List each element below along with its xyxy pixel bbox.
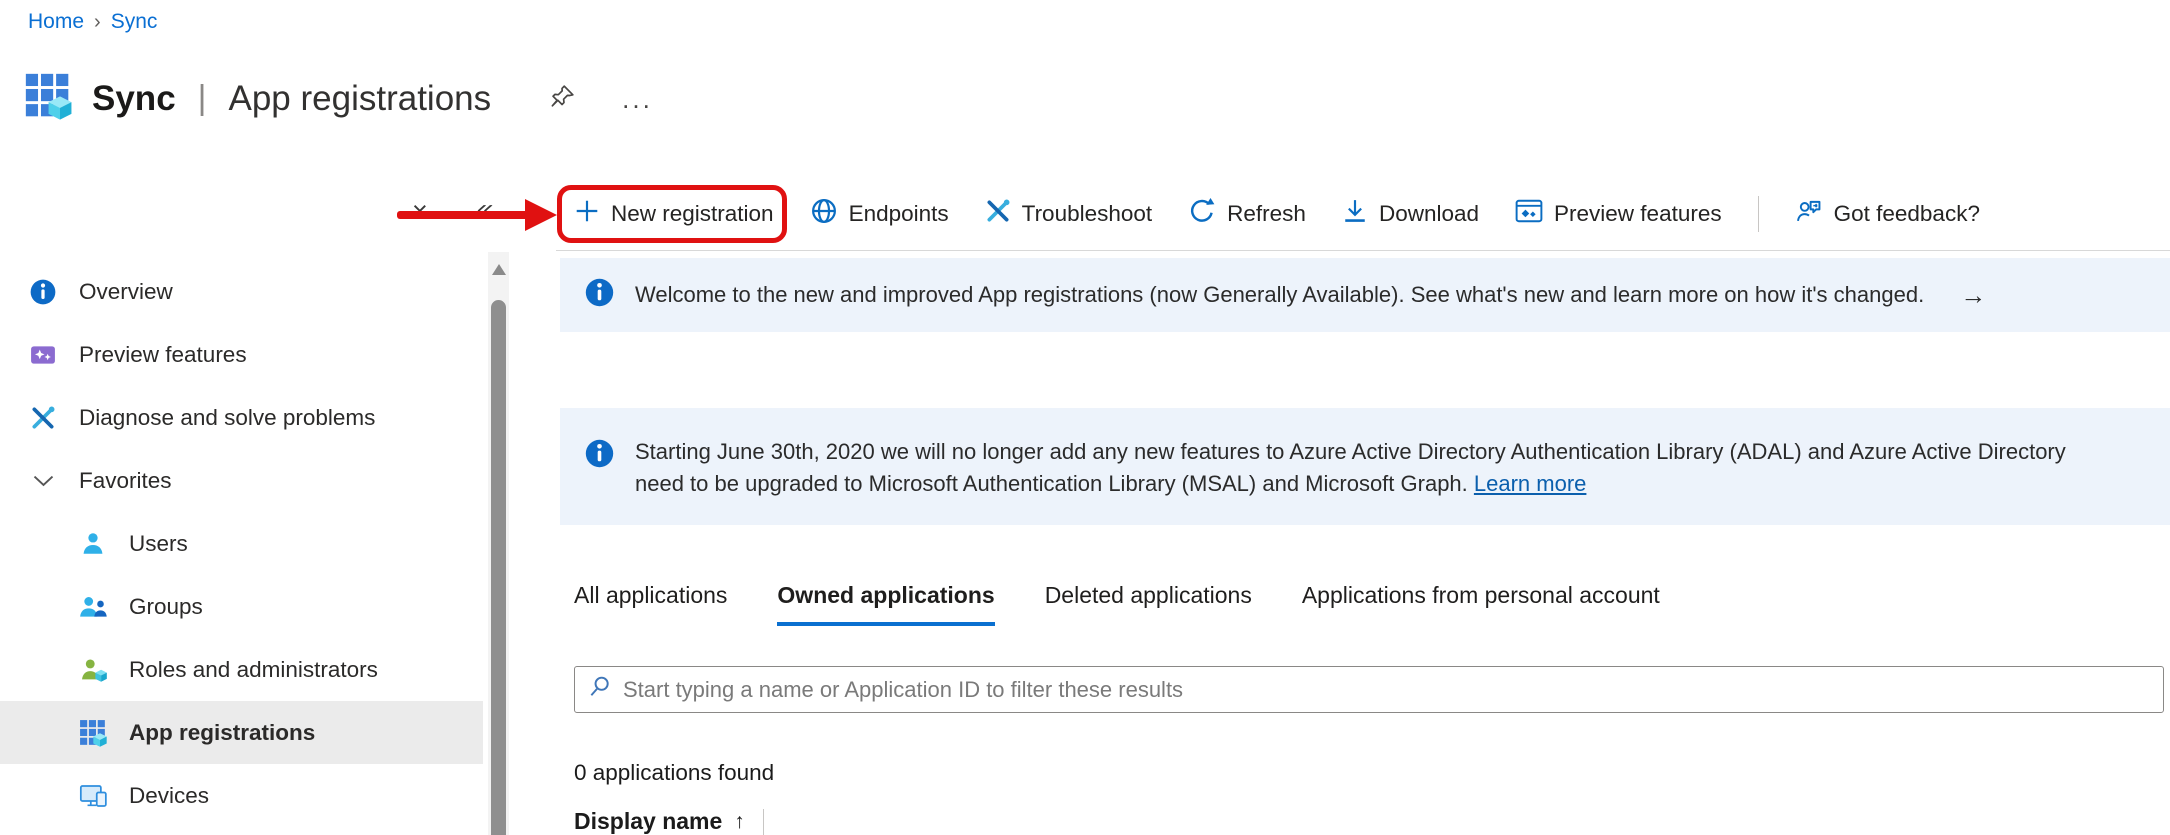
sort-ascending-icon: ↑ [734, 810, 745, 834]
role-person-cube-icon [78, 657, 108, 683]
scrollbar-thumb[interactable] [491, 300, 506, 835]
refresh-button[interactable]: Refresh [1188, 197, 1306, 231]
tab-personal-account[interactable]: Applications from personal account [1302, 582, 1660, 626]
toolbar-divider [1758, 196, 1759, 232]
users-group-icon [78, 594, 108, 620]
breadcrumb: Home › Sync [28, 10, 157, 34]
devices-icon [78, 783, 108, 809]
info-circle-icon [584, 277, 615, 314]
user-icon [78, 531, 108, 557]
toolbar-underline [556, 250, 2170, 251]
collapse-menu-icon[interactable]: « [474, 193, 496, 225]
column-divider [763, 809, 764, 835]
endpoints-button[interactable]: Endpoints [810, 197, 949, 231]
tab-deleted-applications[interactable]: Deleted applications [1045, 582, 1252, 626]
download-button[interactable]: Download [1342, 198, 1479, 230]
new-registration-button[interactable]: New registration [574, 198, 774, 230]
title-separator: | [198, 79, 207, 118]
chevron-down-icon [28, 467, 58, 494]
learn-more-link[interactable]: Learn more [1474, 471, 1587, 496]
app-registrations-icon [78, 719, 108, 747]
sidebar: Overview Preview features Diagnose and s… [0, 252, 512, 835]
preview-features-button[interactable]: Preview features [1515, 198, 1722, 230]
plus-icon [574, 198, 600, 230]
filter-search-box [574, 666, 2164, 713]
globe-icon [810, 197, 838, 231]
info-circle-icon [584, 438, 615, 475]
tools-icon [985, 198, 1011, 230]
banner-arrow-link[interactable]: → [1960, 280, 1986, 311]
sidebar-item-roles[interactable]: Roles and administrators [0, 638, 483, 701]
breadcrumb-separator-icon: › [94, 11, 101, 34]
info-circle-icon [28, 278, 58, 306]
sidebar-item-users[interactable]: Users [0, 512, 483, 575]
preview-features-icon [1515, 198, 1543, 230]
annotation-arrow-head [525, 199, 557, 231]
page-title-row: Sync | App registrations ... [24, 72, 653, 125]
got-feedback-button[interactable]: Got feedback? [1795, 198, 1980, 230]
sidebar-item-preview-features[interactable]: Preview features [0, 323, 483, 386]
sidebar-item-app-registrations[interactable]: App registrations [0, 701, 483, 764]
tab-owned-applications[interactable]: Owned applications [777, 582, 994, 626]
command-bar: New registration Endpoints Troubleshoot … [556, 184, 2170, 244]
sidebar-item-groups[interactable]: Groups [0, 575, 483, 638]
main-content: Welcome to the new and improved App regi… [512, 252, 2170, 835]
more-icon[interactable]: ... [622, 94, 653, 104]
sidebar-item-overview[interactable]: Overview [0, 260, 483, 323]
page-subtitle: App registrations [229, 79, 492, 119]
pin-icon[interactable] [549, 83, 576, 115]
search-icon [587, 674, 613, 705]
feedback-icon [1795, 198, 1823, 230]
breadcrumb-current-link[interactable]: Sync [111, 10, 158, 34]
app-registrations-icon [24, 72, 72, 125]
page-title: Sync [92, 79, 176, 119]
troubleshoot-button[interactable]: Troubleshoot [985, 198, 1153, 230]
download-icon [1342, 198, 1368, 230]
welcome-banner-text: Welcome to the new and improved App regi… [635, 282, 1924, 308]
adal-banner: Starting June 30th, 2020 we will no long… [560, 408, 2170, 525]
welcome-banner: Welcome to the new and improved App regi… [560, 258, 2170, 332]
sidebar-item-devices[interactable]: Devices [0, 764, 483, 827]
sidebar-group-favorites[interactable]: Favorites [0, 449, 483, 512]
sidebar-scrollbar[interactable] [488, 252, 509, 835]
adal-banner-text: Starting June 30th, 2020 we will no long… [635, 436, 2066, 500]
tools-icon [28, 405, 58, 431]
refresh-icon [1188, 197, 1216, 231]
scrollbar-up-arrow-icon[interactable] [492, 264, 506, 275]
breadcrumb-home-link[interactable]: Home [28, 10, 84, 34]
application-tabs: All applications Owned applications Dele… [574, 582, 1660, 626]
sparkles-icon [28, 342, 58, 368]
filter-search-input[interactable] [623, 677, 2151, 703]
results-count: 0 applications found [574, 760, 774, 786]
annotation-arrow-line [397, 211, 529, 219]
tab-all-applications[interactable]: All applications [574, 582, 727, 626]
sidebar-item-diagnose[interactable]: Diagnose and solve problems [0, 386, 483, 449]
column-header-display-name[interactable]: Display name ↑ [574, 808, 764, 835]
